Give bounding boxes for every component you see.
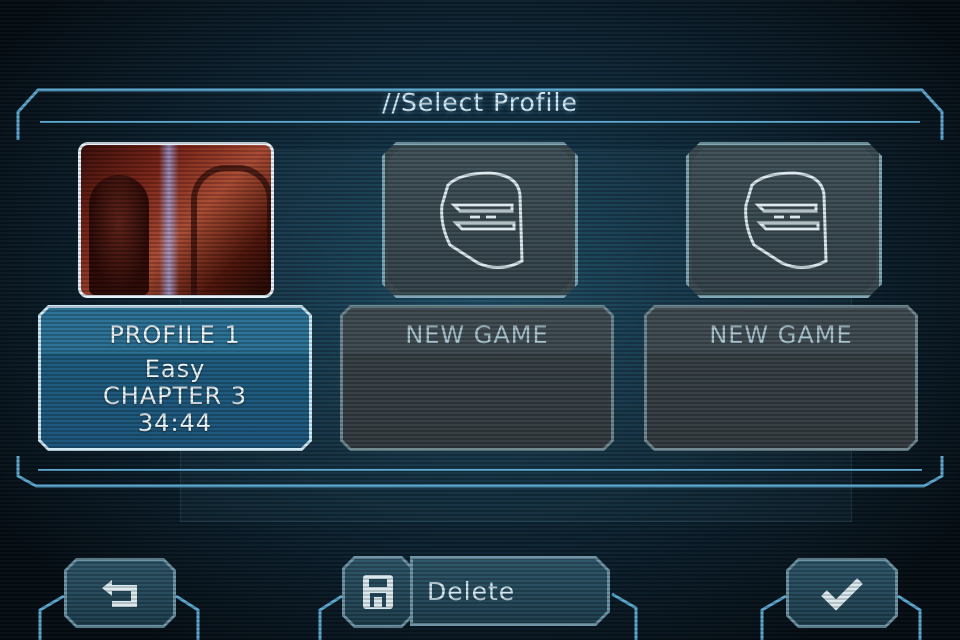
checkmark-icon [820,575,864,611]
profile-slot-3[interactable]: NEW GAME [644,305,918,451]
helmet-icon [734,165,834,275]
profile-header: NEW GAME [405,321,549,349]
screen-title: //Select Profile [382,88,578,117]
profile-chapter: CHAPTER 3 [102,382,248,410]
delete-button[interactable]: Delete [410,556,610,626]
profile-slot-1[interactable]: PROFILE 1 Easy CHAPTER 3 34:44 [38,305,312,451]
profile-1-thumbnail[interactable] [78,142,274,298]
helmet-icon [430,165,530,275]
back-button[interactable] [64,558,176,628]
profile-slot-2[interactable]: NEW GAME [340,305,614,451]
profile-3-thumbnail[interactable] [686,142,882,298]
profile-header: PROFILE 1 [109,321,241,349]
confirm-button[interactable] [786,558,898,628]
floppy-disk-icon [361,573,395,611]
return-arrow-icon [98,576,142,610]
profile-header: NEW GAME [709,321,853,349]
profile-2-thumbnail[interactable] [382,142,578,298]
light-beam [159,145,179,295]
corridor-arch [191,165,271,295]
save-button[interactable] [342,556,414,628]
delete-label: Delete [427,576,516,606]
profile-difficulty: Easy [144,355,206,383]
character-silhouette [89,175,149,295]
profile-playtime: 34:44 [137,409,213,437]
